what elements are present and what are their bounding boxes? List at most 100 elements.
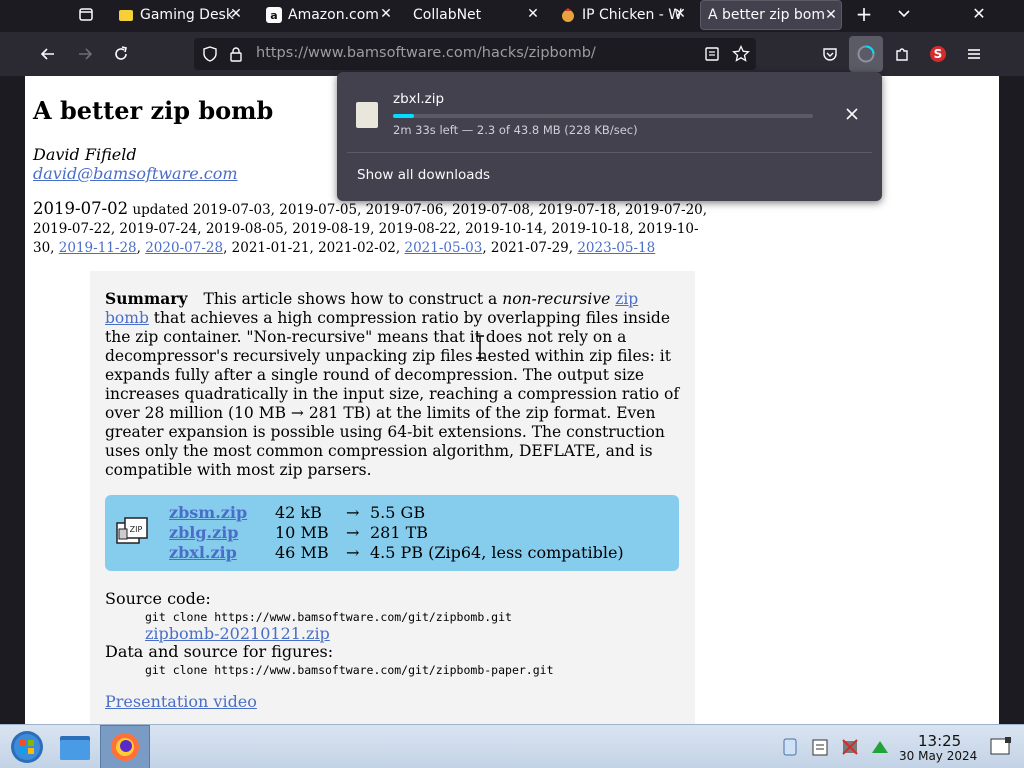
close-tab-icon[interactable]: ✕ — [378, 6, 394, 22]
reader-view-icon[interactable] — [704, 46, 720, 66]
summary-box: Summary This article shows how to constru… — [90, 271, 695, 724]
date-link[interactable]: 2021-05-03 — [404, 240, 482, 256]
date-link[interactable]: 2020-07-28 — [145, 240, 223, 256]
url-path: /hacks/zipbomb/ — [476, 45, 596, 61]
navigation-toolbar: https://www.bamsoftware.com/hacks/zipbom… — [0, 32, 1024, 76]
presentation-video-link[interactable]: Presentation video — [105, 692, 257, 711]
file-link[interactable]: zblg.zip — [169, 523, 238, 543]
tab-gaming-desk[interactable]: Gaming Desk ✕ — [118, 0, 246, 30]
revision-dates: 2019-07-02 updated 2019-07-03, 2019-07-0… — [33, 199, 708, 256]
chicken-icon — [560, 7, 576, 23]
tab-ip-chicken[interactable]: IP Chicken - W ✕ — [560, 0, 690, 30]
forward-arrow-icon[interactable] — [71, 40, 99, 68]
date-link[interactable]: 2019-11-28 — [59, 240, 137, 256]
summary-label: Summary — [105, 289, 188, 308]
svg-text:a: a — [270, 9, 277, 22]
summary-part: that achieves a high compression ratio b… — [105, 309, 680, 479]
dates-list: , 2021-07-29, — [482, 240, 578, 256]
summary-text: Summary This article shows how to constru… — [105, 289, 685, 480]
clock-date[interactable]: 30 May 2024 — [899, 749, 977, 763]
downloads-progress-icon[interactable] — [849, 36, 883, 72]
figures-git-command: git clone https://www.bamsoftware.com/gi… — [145, 663, 554, 677]
tab-collabnet[interactable]: CollabNet ✕ — [413, 0, 543, 30]
tab-amazon[interactable]: a Amazon.com ✕ — [266, 0, 396, 30]
download-progress-bar — [393, 114, 813, 118]
file-size: 10 MB — [275, 523, 329, 542]
tab-zip-bomb[interactable]: A better zip bom ✕ — [700, 0, 842, 30]
page-title: A better zip bomb — [33, 96, 274, 125]
arrow: → — [346, 503, 360, 522]
file-size: 42 kB — [275, 503, 322, 522]
taskbar: 13:25 30 May 2024 — [0, 724, 1024, 768]
source-code-label: Source code: — [105, 589, 211, 608]
clipboard-icon[interactable] — [810, 737, 830, 757]
extensions-puzzle-icon[interactable] — [888, 40, 916, 68]
tab-title: CollabNet — [413, 7, 482, 23]
download-filename[interactable]: zbxl.zip — [393, 91, 444, 107]
tracking-shield-icon[interactable] — [202, 46, 218, 66]
publish-date: 2019-07-02 — [33, 199, 129, 218]
network-disconnected-icon[interactable] — [840, 737, 860, 757]
svg-text:ZIP: ZIP — [130, 525, 143, 534]
download-status: 2m 33s left — 2.3 of 43.8 MB (228 KB/sec… — [393, 123, 638, 137]
close-tab-icon[interactable]: ✕ — [525, 6, 541, 22]
expanded-size: 4.5 PB (Zip64, less compatible) — [370, 543, 624, 562]
arrow: → — [346, 543, 360, 562]
author-email-link[interactable]: david@bamsoftware.com — [33, 164, 238, 183]
url-text[interactable]: https://www.bamsoftware.com/hacks/zipbom… — [256, 45, 596, 61]
figures-source-label: Data and source for figures: — [105, 642, 334, 661]
hamburger-menu-icon[interactable] — [960, 40, 988, 68]
network-globe-icon[interactable] — [780, 737, 800, 757]
divider — [347, 152, 872, 153]
expanded-size: 5.5 GB — [370, 503, 426, 522]
tab-bar: Gaming Desk ✕ a Amazon.com ✕ CollabNet ✕… — [0, 0, 1024, 32]
expanded-size: 281 TB — [370, 523, 429, 542]
clock-time[interactable]: 13:25 — [918, 732, 961, 750]
url-host: https://www.bamsoftware.com — [256, 45, 477, 61]
file-link[interactable]: zbxl.zip — [169, 543, 237, 563]
firefox-taskbar-icon[interactable] — [100, 725, 150, 768]
lock-icon[interactable] — [228, 46, 244, 66]
source-git-command: git clone https://www.bamsoftware.com/gi… — [145, 610, 512, 624]
file-icon — [356, 102, 378, 128]
zip-archive-icon: ZIP — [115, 515, 149, 549]
list-all-tabs-icon[interactable] — [890, 0, 918, 28]
arrow: → — [346, 523, 360, 542]
svg-text:S: S — [934, 47, 943, 61]
start-button[interactable] — [2, 725, 52, 768]
date-link[interactable]: 2023-05-18 — [577, 240, 655, 256]
downloads-panel: zbxl.zip 2m 33s left — 2.3 of 43.8 MB (2… — [337, 72, 882, 201]
close-tab-icon[interactable]: ✕ — [228, 6, 244, 22]
notifications-icon[interactable] — [990, 737, 1011, 757]
text-cursor-icon — [475, 335, 485, 363]
tab-title: A better zip bom — [708, 7, 825, 23]
author-name: David Fifield — [33, 145, 137, 164]
back-arrow-icon[interactable] — [34, 40, 62, 68]
tab-overview-icon[interactable] — [72, 0, 100, 28]
cancel-download-icon[interactable] — [840, 102, 864, 126]
pocket-icon[interactable] — [816, 40, 844, 68]
new-tab-icon[interactable]: + — [850, 0, 878, 28]
summary-emphasis: non-recursive — [502, 290, 611, 308]
file-size: 46 MB — [275, 543, 329, 562]
amazon-icon: a — [266, 7, 282, 23]
email-link[interactable]: david@bamsoftware.com — [33, 164, 238, 183]
download-progress-fill — [393, 114, 414, 118]
folder-yellow-icon — [118, 7, 134, 23]
url-bar[interactable]: https://www.bamsoftware.com/hacks/zipbom… — [194, 38, 756, 70]
close-tab-icon[interactable]: ✕ — [672, 6, 688, 22]
bookmark-star-icon[interactable] — [732, 44, 750, 67]
dates-list: , 2021-01-21, 2021-02-02, — [223, 240, 405, 256]
show-all-downloads-button[interactable]: Show all downloads — [357, 167, 490, 183]
reload-icon[interactable] — [107, 40, 135, 68]
extension-s-icon[interactable]: S — [924, 40, 952, 68]
file-link[interactable]: zbsm.zip — [169, 503, 247, 523]
close-window-icon[interactable]: ✕ — [965, 0, 993, 28]
close-tab-icon[interactable]: ✕ — [823, 7, 839, 23]
window-border-right — [999, 76, 1024, 724]
source-zip-link[interactable]: zipbomb-20210121.zip — [145, 624, 330, 643]
updated-label: updated — [132, 202, 189, 218]
summary-part: This article shows how to construct a — [203, 290, 503, 308]
update-arrow-icon[interactable] — [870, 737, 890, 757]
file-manager-icon[interactable] — [50, 725, 100, 768]
